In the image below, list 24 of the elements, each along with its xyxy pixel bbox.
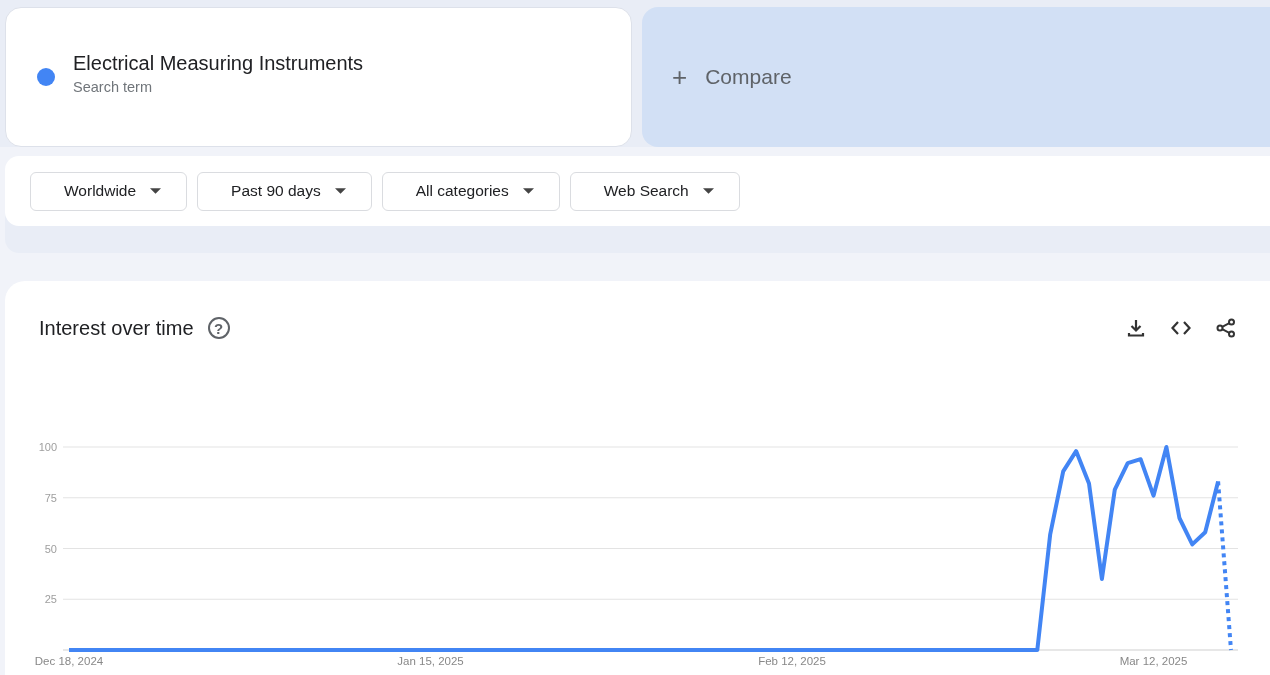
- x-tick-label: Mar 12, 2025: [1119, 655, 1188, 667]
- y-tick-label: 100: [38, 441, 57, 453]
- download-icon[interactable]: [1126, 318, 1146, 338]
- share-icon[interactable]: [1216, 318, 1236, 338]
- y-tick-label: 75: [44, 491, 57, 504]
- y-tick-label: 25: [44, 593, 57, 606]
- caret-icon: [522, 188, 534, 194]
- filter-dropdown[interactable]: Past 90 days: [197, 171, 372, 211]
- x-tick-label: Dec 18, 2024: [34, 655, 104, 667]
- compare-button[interactable]: + Compare: [642, 7, 1270, 147]
- caret-icon: [702, 188, 714, 194]
- filter-dropdown[interactable]: Worldwide: [30, 171, 188, 211]
- filter-dropdown[interactable]: Web Search: [569, 171, 740, 211]
- search-term-caption: Search term: [73, 78, 153, 95]
- caret-icon: [334, 188, 346, 194]
- x-tick-label: Jan 15, 2025: [397, 655, 464, 667]
- chart-title: Interest over time: [39, 316, 194, 340]
- x-tick-label: Feb 12, 2025: [758, 655, 826, 667]
- search-term-card[interactable]: Electrical Measuring Instruments Search term: [5, 7, 632, 147]
- help-icon[interactable]: ?: [207, 317, 230, 339]
- search-term-name: Electrical Measuring Instruments: [73, 51, 364, 75]
- filter-dropdown[interactable]: All categories: [381, 171, 560, 211]
- y-tick-label: 50: [44, 542, 57, 555]
- caret-icon: [150, 188, 162, 194]
